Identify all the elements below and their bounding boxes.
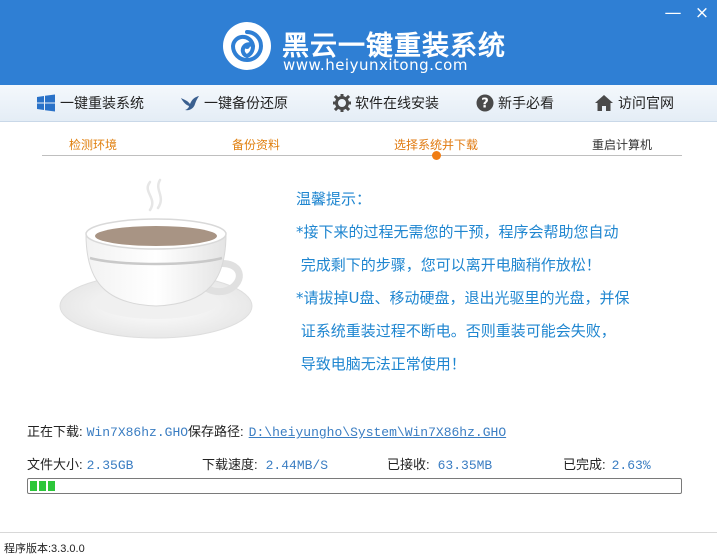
download-progress-bar (27, 478, 682, 494)
question-icon: ? (476, 94, 494, 112)
save-path-link[interactable]: D:\heiyungho\System\Win7X86hz.GHO (249, 425, 506, 440)
tips-panel: 温馨提示： *接下来的过程无需您的干预，程序会帮助您自动 完成剩下的步骤，您可以… (296, 183, 629, 381)
windows-icon (37, 94, 55, 112)
svg-text:?: ? (481, 97, 489, 112)
nav-item-software[interactable]: 软件在线安装 (333, 85, 439, 121)
tips-heading: 温馨提示： (296, 190, 372, 208)
save-path-label: 保存路径: (188, 424, 244, 439)
program-version: 程序版本:3.3.0.0 (4, 543, 85, 555)
swirl-logo-icon (223, 22, 271, 70)
received-label: 已接收: (387, 457, 430, 472)
download-speed-stat: 下载速度: 2.44MB/S (202, 454, 328, 473)
nav-item-label: 一键备份还原 (204, 96, 288, 112)
download-speed-label: 下载速度: (202, 457, 258, 472)
coffee-cup-illustration (58, 178, 258, 348)
tips-line: *请拔掉U盘、移动硬盘，退出光驱里的光盘，并保 (296, 289, 630, 307)
step-backup: 备份资料 (232, 138, 281, 152)
download-info-row: 正在下载: Win7X86hz.GHO保存路径: D:\heiyungho\Syst… (27, 421, 506, 440)
bird-icon (181, 96, 199, 111)
file-size-label: 文件大小: (27, 457, 83, 472)
tips-line: 导致电脑无法正常使用！ (296, 355, 466, 373)
app-header: 黑云一键重装系统 www.heiyunxitong.com — × (0, 0, 717, 85)
completed-label: 已完成: (563, 457, 606, 472)
nav-item-label: 访问官网 (618, 96, 674, 112)
nav-item-website[interactable]: 访问官网 (594, 85, 674, 121)
step-restart: 重启计算机 (592, 138, 653, 152)
download-progress-fill (30, 481, 57, 491)
download-file-name: Win7X86hz.GHO (86, 425, 189, 440)
home-icon (595, 95, 613, 111)
nav-item-label: 一键重装系统 (60, 96, 144, 112)
footer-divider (0, 532, 717, 533)
received-stat: 已接收: 63.35MB (387, 454, 492, 473)
tips-line: 证系统重装过程不断电。否则重装可能会失败， (296, 322, 616, 340)
app-website: www.heiyunxitong.com (283, 56, 468, 74)
close-button[interactable]: × (693, 4, 711, 22)
tips-line: 完成剩下的步骤，您可以离开电脑稍作放松！ (296, 256, 601, 274)
nav-item-label: 软件在线安装 (355, 96, 439, 112)
completed-stat: 已完成: 2.63% (563, 454, 651, 473)
nav-item-backup[interactable]: 一键备份还原 (180, 85, 288, 121)
file-size-value: 2.35GB (86, 458, 134, 473)
minimize-button[interactable]: — (664, 4, 682, 22)
received-value: 63.35MB (437, 458, 493, 473)
completed-value: 2.63% (611, 458, 651, 473)
main-nav: 一键重装系统 一键备份还原 软件在线安装 ? 新手必看 访问官网 (0, 85, 717, 122)
nav-item-reinstall[interactable]: 一键重装系统 (36, 85, 144, 121)
file-size-stat: 文件大小: 2.35GB (27, 454, 133, 473)
step-line (42, 155, 682, 156)
downloading-label: 正在下载: (27, 424, 83, 439)
download-speed-value: 2.44MB/S (265, 458, 329, 473)
nav-item-guide[interactable]: ? 新手必看 (476, 85, 554, 121)
step-indicator: 检测环境 备份资料 选择系统并下载 重启计算机 (0, 122, 717, 162)
gear-icon (333, 94, 351, 112)
step-check-env: 检测环境 (69, 138, 118, 152)
tips-line: *接下来的过程无需您的干预，程序会帮助您自动 (296, 223, 619, 241)
nav-item-label: 新手必看 (498, 96, 554, 112)
active-step-marker (432, 151, 441, 160)
